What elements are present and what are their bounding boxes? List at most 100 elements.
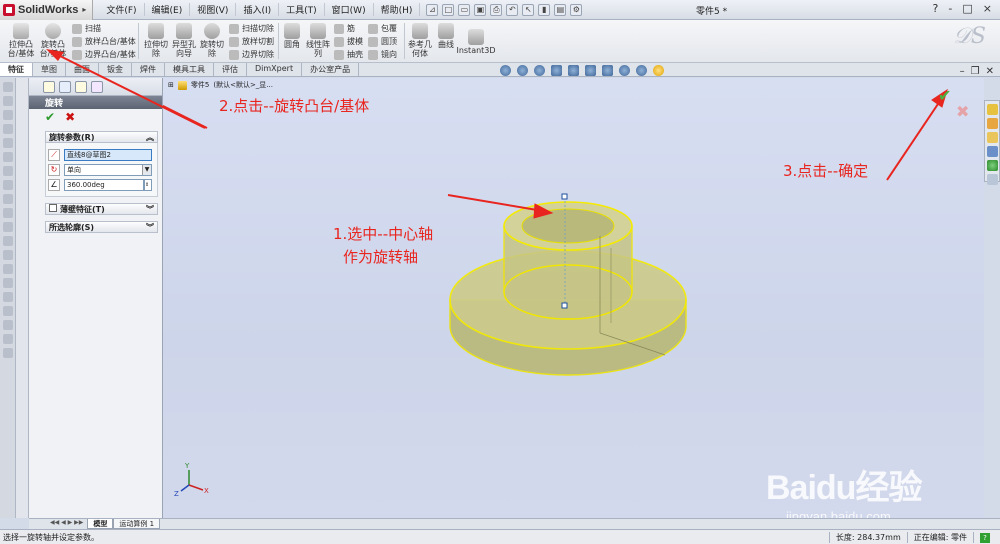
revolve-axis-field[interactable]: 直线8@草图2 — [64, 149, 152, 161]
file-properties-icon[interactable]: ▤ — [554, 3, 567, 16]
tool-icon[interactable] — [3, 320, 13, 330]
menu-tools[interactable]: 工具(T) — [279, 3, 325, 16]
edit-appearance-icon[interactable] — [619, 65, 630, 76]
tool-icon[interactable] — [3, 264, 13, 274]
revolve-cut-button[interactable]: 旋转切 除 — [198, 23, 226, 58]
zoom-to-area-icon[interactable] — [517, 65, 528, 76]
file-explorer-icon[interactable] — [987, 132, 998, 143]
minimize-button[interactable]: - — [948, 2, 952, 15]
menu-edit[interactable]: 编辑(E) — [145, 3, 191, 16]
menu-file[interactable]: 文件(F) — [99, 3, 145, 16]
reverse-direction-icon[interactable]: ↻ — [48, 164, 60, 176]
tool-icon[interactable] — [3, 278, 13, 288]
undo-icon[interactable]: ↶ — [506, 3, 519, 16]
tool-icon[interactable] — [3, 348, 13, 358]
menu-help[interactable]: 帮助(H) — [374, 3, 421, 16]
sweep-cut-button[interactable]: 扫描切除 — [229, 23, 274, 34]
reference-geometry-button[interactable]: 参考几 何体 — [406, 23, 434, 58]
tab-evaluate[interactable]: 评估 — [214, 63, 247, 76]
viewport-close-button[interactable]: ✕ — [986, 66, 994, 77]
expand-plus-icon[interactable]: ⊞ — [168, 81, 174, 89]
design-library-icon[interactable] — [987, 118, 998, 129]
mirror-button[interactable]: 镜向 — [368, 49, 397, 60]
resources-icon[interactable] — [987, 104, 998, 115]
tool-icon[interactable] — [3, 124, 13, 134]
close-button[interactable]: × — [983, 2, 992, 15]
configuration-manager-tab-icon[interactable] — [75, 80, 87, 93]
tab-dimxpert[interactable]: DimXpert — [247, 63, 303, 76]
fillet-button[interactable]: 圆角 — [281, 23, 303, 49]
options-icon[interactable]: ⚙ — [570, 3, 583, 16]
tool-icon[interactable] — [3, 236, 13, 246]
maximize-button[interactable]: □ — [962, 2, 972, 15]
open-folder-icon[interactable]: ▭ — [458, 3, 471, 16]
display-style-icon[interactable] — [585, 65, 596, 76]
revolve-params-group-header[interactable]: 旋转参数(R) ︽ — [45, 131, 158, 143]
menu-insert[interactable]: 插入(I) — [236, 3, 280, 16]
tab-weldments[interactable]: 焊件 — [132, 63, 165, 76]
model-view[interactable]: Y X Z — [163, 78, 984, 518]
appearances-icon[interactable] — [987, 160, 998, 171]
tool-icon[interactable] — [3, 250, 13, 260]
extrude-boss-button[interactable]: 拉伸凸 台/基体 — [6, 23, 36, 58]
loft-boss-button[interactable]: 放样凸台/基体 — [72, 36, 136, 47]
tool-icon[interactable] — [3, 222, 13, 232]
help-icon[interactable]: ? — [980, 533, 990, 543]
apply-scene-icon[interactable] — [636, 65, 647, 76]
new-document-icon[interactable]: □ — [442, 3, 455, 16]
expand-icon[interactable]: ︾ — [146, 222, 154, 233]
tool-icon[interactable] — [3, 152, 13, 162]
tool-icon[interactable] — [3, 82, 13, 92]
feature-manager-tab-icon[interactable] — [43, 80, 55, 93]
direction-select[interactable]: 单向 ▼ — [64, 164, 152, 176]
hide-show-items-icon[interactable] — [602, 65, 613, 76]
help-button[interactable]: ? — [933, 2, 939, 15]
ok-check-icon[interactable]: ✔ — [45, 111, 55, 123]
revolve-boss-button[interactable]: 旋转凸 台/基体 — [38, 23, 68, 58]
menu-view[interactable]: 视图(V) — [190, 3, 237, 16]
menu-window[interactable]: 窗口(W) — [325, 3, 374, 16]
confirm-ok-corner-icon[interactable]: ✔ — [938, 86, 951, 105]
boundary-boss-button[interactable]: 边界凸台/基体 — [72, 49, 136, 60]
property-manager-tab-icon[interactable] — [59, 80, 71, 93]
selected-contours-group-header[interactable]: 所选轮廓(S) ︾ — [45, 221, 158, 233]
tab-model[interactable]: 模型 — [87, 519, 114, 529]
curves-button[interactable]: 曲线 — [436, 23, 456, 49]
view-settings-icon[interactable] — [653, 65, 664, 76]
zoom-to-fit-icon[interactable] — [500, 65, 511, 76]
collapse-icon[interactable]: ︽ — [146, 132, 154, 143]
graphics-area[interactable]: Y X Z — [163, 78, 984, 518]
angle-spinner[interactable]: ⇕ — [144, 179, 152, 191]
tab-sheet-metal[interactable]: 钣金 — [99, 63, 132, 76]
tab-features[interactable]: 特征 — [0, 63, 33, 76]
save-icon[interactable]: ▣ — [474, 3, 487, 16]
linear-pattern-button[interactable]: 线性阵 列 — [304, 23, 332, 58]
revolve-preview-model[interactable] — [449, 193, 687, 376]
print-icon[interactable]: ⎙ — [490, 3, 503, 16]
tab-office-products[interactable]: 办公室产品 — [302, 63, 360, 76]
pin-icon[interactable]: ⊿ — [426, 3, 439, 16]
cancel-x-icon[interactable]: ✖ — [65, 111, 75, 123]
wrap-button[interactable]: 包覆 — [368, 23, 397, 34]
rib-button[interactable]: 筋 — [334, 23, 355, 34]
confirm-cancel-corner-icon[interactable]: ✖ — [956, 102, 969, 121]
sweep-button[interactable]: 扫描 — [72, 23, 101, 34]
previous-view-icon[interactable] — [534, 65, 545, 76]
tool-icon[interactable] — [3, 194, 13, 204]
solidworks-logo[interactable]: SolidWorks ▸ — [0, 0, 94, 20]
tool-icon[interactable] — [3, 166, 13, 176]
tool-icon[interactable] — [3, 208, 13, 218]
tool-icon[interactable] — [3, 334, 13, 344]
angle-field[interactable]: 360.00deg — [64, 179, 144, 191]
feature-tree-flyout[interactable]: ⊞ 零件5 (默认<默认>_显... — [168, 80, 273, 90]
tool-icon[interactable] — [3, 180, 13, 190]
chevron-down-icon[interactable]: ▼ — [142, 165, 151, 175]
tab-surfaces[interactable]: 曲面 — [66, 63, 99, 76]
shell-button[interactable]: 抽壳 — [334, 49, 363, 60]
tab-sketch[interactable]: 草图 — [33, 63, 66, 76]
tab-mold-tools[interactable]: 模具工具 — [165, 63, 214, 76]
tab-motion-study[interactable]: 运动算例 1 — [113, 519, 161, 529]
dome-button[interactable]: 圆顶 — [368, 36, 397, 47]
expand-icon[interactable]: ︾ — [146, 204, 154, 215]
tab-nav-arrows[interactable]: ◀◀ ◀ ▶ ▶▶ — [46, 519, 87, 529]
